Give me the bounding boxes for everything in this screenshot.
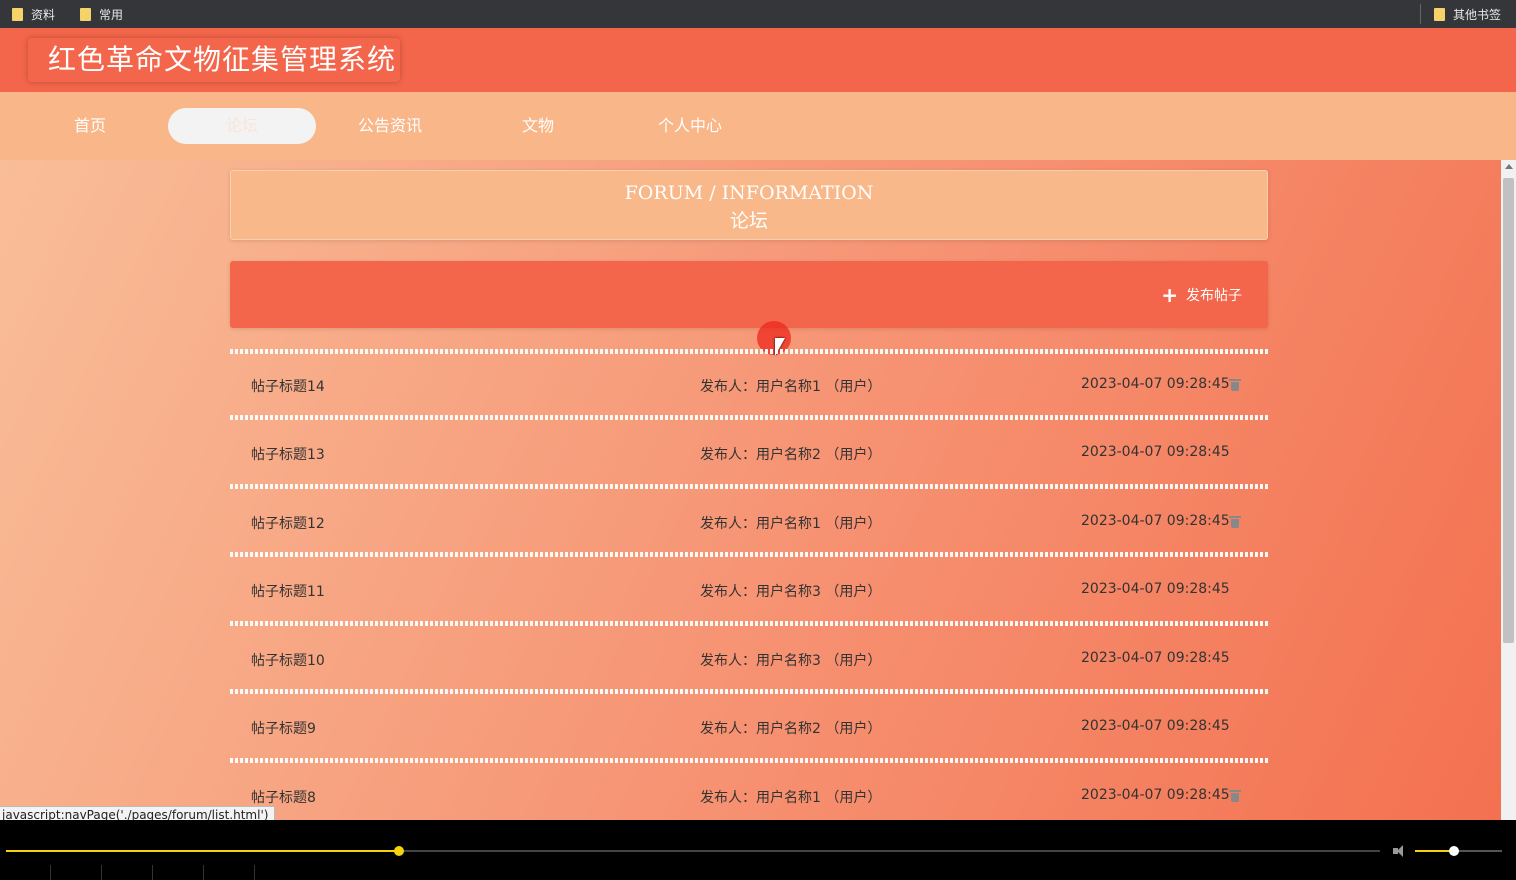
banner-english-title: FORUM / INFORMATION: [624, 182, 874, 204]
post-row[interactable]: 帖子标题8 发布人：用户名称1 （用户） 2023-04-07 09:28:45: [230, 781, 1268, 811]
bookmark-folder-changyong[interactable]: 常用: [80, 0, 123, 28]
post-row[interactable]: 帖子标题10 发布人：用户名称3 （用户） 2023-04-07 09:28:4…: [230, 644, 1268, 674]
post-title[interactable]: 帖子标题13: [251, 444, 325, 464]
nav-item-home[interactable]: 首页: [22, 108, 158, 144]
row-divider: [230, 349, 1268, 354]
bookmark-label: 资料: [31, 7, 56, 22]
scroll-up-icon[interactable]: [1505, 164, 1513, 169]
bookmark-label: 常用: [99, 7, 124, 22]
site-header: 红色革命文物征集管理系统: [0, 28, 1516, 92]
page-scrollbar[interactable]: [1501, 160, 1516, 820]
post-title[interactable]: 帖子标题8: [251, 787, 316, 807]
post-title[interactable]: 帖子标题12: [251, 513, 325, 533]
volume-icon[interactable]: [1393, 844, 1407, 858]
row-divider: [230, 552, 1268, 557]
row-divider: [230, 621, 1268, 626]
post-author: 发布人：用户名称1 （用户）: [700, 790, 882, 806]
row-divider: [230, 689, 1268, 694]
post-author: 发布人：用户名称3 （用户）: [700, 584, 882, 600]
action-bar: + 发布帖子: [230, 261, 1268, 328]
other-bookmarks-label: 其他书签: [1453, 7, 1502, 22]
status-bar-url: javascript:navPage('./pages/forum/list.h…: [0, 806, 276, 820]
post-author: 发布人：用户名称2 （用户）: [700, 447, 882, 463]
site-title: 红色革命文物征集管理系统: [28, 38, 400, 82]
trash-icon[interactable]: [1229, 516, 1241, 528]
row-divider: [230, 758, 1268, 763]
nav-item-artifacts[interactable]: 文物: [470, 108, 606, 144]
bookmark-folder-ziliao[interactable]: 资料: [12, 0, 55, 28]
post-title[interactable]: 帖子标题9: [251, 718, 316, 738]
progress-fill: [6, 850, 399, 852]
folder-icon: [12, 7, 23, 21]
banner-chinese-title: 论坛: [729, 210, 768, 232]
post-row[interactable]: 帖子标题11 发布人：用户名称3 （用户） 2023-04-07 09:28:4…: [230, 575, 1268, 605]
publish-post-button[interactable]: + 发布帖子: [1161, 283, 1242, 307]
player-segment: [50, 865, 51, 880]
folder-icon: [80, 7, 91, 21]
post-author: 发布人：用户名称1 （用户）: [700, 379, 882, 395]
post-author: 发布人：用户名称1 （用户）: [700, 516, 882, 532]
player-segment: [203, 865, 204, 880]
post-time: 2023-04-07 09:28:45: [1081, 513, 1230, 529]
trash-icon[interactable]: [1229, 379, 1241, 391]
volume-slider[interactable]: [1415, 846, 1502, 856]
post-title[interactable]: 帖子标题14: [251, 376, 325, 396]
post-row[interactable]: 帖子标题13 发布人：用户名称2 （用户） 2023-04-07 09:28:4…: [230, 438, 1268, 468]
page-viewport: 红色革命文物征集管理系统 首页 论坛 公告资讯 文物 个人中心 FORUM / …: [0, 28, 1516, 820]
post-row[interactable]: 帖子标题14 发布人：用户名称1 （用户） 2023-04-07 09:28:4…: [230, 370, 1268, 400]
trash-icon[interactable]: [1229, 790, 1241, 802]
nav-item-profile[interactable]: 个人中心: [622, 108, 758, 144]
bookmarks-divider: [1420, 4, 1421, 24]
player-controls: [0, 820, 1516, 880]
player-segment: [254, 865, 255, 880]
plus-icon: +: [1161, 283, 1178, 307]
post-author: 发布人：用户名称2 （用户）: [700, 721, 882, 737]
nav-item-news[interactable]: 公告资讯: [322, 108, 458, 144]
post-row[interactable]: 帖子标题12 发布人：用户名称1 （用户） 2023-04-07 09:28:4…: [230, 507, 1268, 537]
post-time: 2023-04-07 09:28:45: [1081, 444, 1230, 460]
scrollbar-thumb[interactable]: [1503, 178, 1514, 643]
volume-handle[interactable]: [1449, 846, 1460, 856]
post-row[interactable]: 帖子标题9 发布人：用户名称2 （用户） 2023-04-07 09:28:45: [230, 712, 1268, 742]
post-time: 2023-04-07 09:28:45: [1081, 376, 1230, 392]
main-nav: 首页 论坛 公告资讯 文物 个人中心: [0, 92, 1516, 160]
other-bookmarks[interactable]: 其他书签: [1434, 0, 1501, 28]
bookmarks-bar: 资料 常用 其他书签: [0, 0, 1516, 28]
post-title[interactable]: 帖子标题10: [251, 650, 325, 670]
nav-item-forum[interactable]: 论坛: [168, 108, 316, 144]
post-title[interactable]: 帖子标题11: [251, 581, 325, 601]
player-segment: [152, 865, 153, 880]
player-segment: [101, 865, 102, 880]
progress-track[interactable]: [6, 846, 1380, 856]
folder-icon: [1434, 7, 1445, 21]
row-divider: [230, 484, 1268, 489]
section-banner: FORUM / INFORMATION 论坛: [230, 170, 1268, 240]
post-time: 2023-04-07 09:28:45: [1081, 718, 1230, 734]
publish-post-label: 发布帖子: [1186, 288, 1242, 304]
row-divider: [230, 415, 1268, 420]
post-time: 2023-04-07 09:28:45: [1081, 650, 1230, 666]
post-time: 2023-04-07 09:28:45: [1081, 581, 1230, 597]
post-author: 发布人：用户名称3 （用户）: [700, 653, 882, 669]
post-time: 2023-04-07 09:28:45: [1081, 787, 1230, 803]
progress-handle[interactable]: [393, 846, 404, 856]
